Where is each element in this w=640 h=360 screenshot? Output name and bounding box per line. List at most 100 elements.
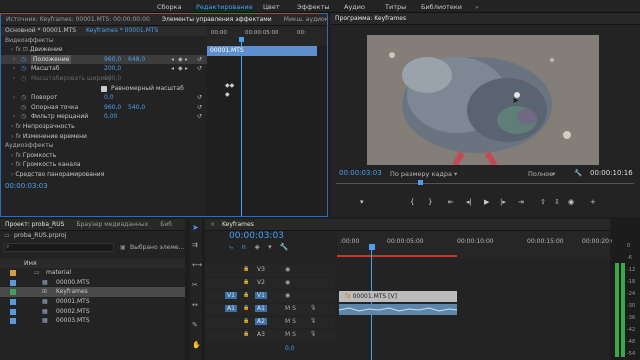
step-forward-icon[interactable]: |▸ <box>500 198 506 206</box>
position-x-value[interactable]: 960,0 <box>104 55 121 65</box>
lock-icon[interactable]: 🔒 <box>243 292 249 298</box>
tab-libraries[interactable]: Биб <box>155 219 177 230</box>
chevron-down-icon[interactable]: ▾ <box>454 170 457 178</box>
timeline-timecode[interactable]: 00:00:03:03 <box>229 231 284 241</box>
expand-icon[interactable]: › <box>13 64 15 74</box>
keyframe-toggle-icon[interactable]: ◆ <box>178 55 183 65</box>
extract-icon[interactable]: ⇩ <box>554 198 560 206</box>
workspace-titles[interactable]: Титры <box>385 3 406 11</box>
selection-tool-icon[interactable]: ➤ <box>192 223 199 232</box>
prev-keyframe-icon[interactable]: ◂ <box>171 55 174 65</box>
volume-row[interactable]: › fx Громкость <box>1 151 207 161</box>
stopwatch-icon[interactable]: ◷ <box>21 55 26 65</box>
chevron-down-icon[interactable]: ▾ <box>552 170 555 178</box>
razor-tool-icon[interactable]: ✂ <box>192 281 198 289</box>
hand-tool-icon[interactable]: ✋ <box>192 341 201 349</box>
source-patch[interactable]: A1 <box>225 305 237 312</box>
scale-value[interactable]: 200,0 <box>104 64 121 74</box>
tab-sequence[interactable]: Keyframes <box>220 219 259 230</box>
expand-icon[interactable]: › <box>13 112 15 122</box>
position-y-value[interactable]: 648,0 <box>128 55 145 65</box>
ripple-edit-tool-icon[interactable]: ⟷ <box>192 261 202 269</box>
video-clip[interactable]: fx 00001.MTS [V] <box>339 291 457 302</box>
workspace-audio[interactable]: Аудио <box>344 3 365 11</box>
list-item[interactable]: ▦ 00002.MTS <box>0 307 185 317</box>
track-name[interactable]: V2 <box>255 279 267 286</box>
scale-row[interactable]: › ◷ Масштаб 200,0 ◂ ◆ ▸ ↺ <box>1 64 207 74</box>
workspace-libraries[interactable]: Библиотеки <box>421 3 462 11</box>
mini-clip-bar[interactable]: 00001.MTS <box>207 46 317 56</box>
settings-wrench-icon[interactable]: 🔧 <box>280 243 289 251</box>
sequence-clip-label[interactable]: Keyframes * 00001.MTS <box>86 27 158 34</box>
more-icon[interactable]: » <box>475 3 479 11</box>
tab-audio-mixer[interactable]: Микш. аудиоклипа: Keyframes <box>279 14 327 25</box>
keyframe-icon[interactable]: ◆ <box>225 91 230 98</box>
lift-icon[interactable]: ⇧ <box>540 198 546 206</box>
snap-icon[interactable]: ∩ <box>241 243 246 251</box>
list-item[interactable]: ▦ 00003.MTS <box>0 316 185 326</box>
timeline-ruler[interactable]: :00:00 00:00:05:00 00:00:10:00 00:00:15:… <box>337 231 619 259</box>
reset-icon[interactable]: ↺ <box>197 112 202 122</box>
list-item[interactable]: ⊞ Keyframes <box>0 287 185 297</box>
master-value[interactable]: 0,0 <box>285 345 295 352</box>
lock-icon[interactable]: 🔒 <box>243 266 249 272</box>
keyframe-toggle-icon[interactable]: ◆ <box>178 64 183 74</box>
mute-solo-icon[interactable]: M S <box>285 318 296 325</box>
tab-project[interactable]: Проект: proba_RUS <box>0 219 69 230</box>
tab-program[interactable]: Программа: Keyframes <box>330 13 411 24</box>
go-to-in-icon[interactable]: ⇤ <box>448 198 454 206</box>
workspace-color[interactable]: Цвет <box>263 3 280 11</box>
out-point-icon[interactable]: } <box>428 198 432 206</box>
play-icon[interactable]: ▶ <box>484 198 489 206</box>
channel-volume-row[interactable]: › fx Громкость канала <box>1 160 207 170</box>
time-remap-row[interactable]: › fx Изменение времени <box>1 132 207 142</box>
microphone-icon[interactable]: 🎙 <box>310 331 316 337</box>
program-scrubber[interactable] <box>336 183 634 184</box>
uniform-scale-checkbox[interactable] <box>101 85 107 92</box>
program-playhead[interactable] <box>418 180 423 185</box>
prev-keyframe-icon[interactable]: ◂ <box>171 64 174 74</box>
mute-solo-icon[interactable]: M S <box>285 305 296 312</box>
eye-icon[interactable]: ◉ <box>285 266 290 273</box>
quality-dropdown[interactable]: Полное <box>528 170 553 178</box>
tab-effect-controls[interactable]: Элементы управления эффектами <box>157 14 277 25</box>
new-bin-icon[interactable]: ▣ <box>120 243 126 253</box>
next-keyframe-icon[interactable]: ▸ <box>185 64 188 74</box>
slip-tool-icon[interactable]: ↔ <box>192 301 198 309</box>
wrench-icon[interactable]: 🔧 <box>574 169 582 177</box>
opacity-row[interactable]: › fx Непрозрачность <box>1 122 207 132</box>
timeline-playhead[interactable] <box>369 244 375 250</box>
track-select-tool-icon[interactable]: ⇉ <box>192 241 198 249</box>
expand-icon[interactable]: › <box>11 161 13 168</box>
track-name[interactable]: V1 <box>255 292 267 299</box>
tab-source[interactable]: Источник: Keyframes: 00001.MTS: 00:00:00… <box>1 14 155 25</box>
stopwatch-icon[interactable]: ◷ <box>21 93 26 103</box>
reset-icon[interactable]: ↺ <box>197 64 202 74</box>
next-keyframe-icon[interactable]: ▸ <box>185 55 188 65</box>
expand-icon[interactable]: › <box>13 55 15 65</box>
microphone-icon[interactable]: 🎙 <box>310 305 316 311</box>
pen-tool-icon[interactable]: ✎ <box>192 321 198 329</box>
source-patch[interactable]: V1 <box>225 292 237 299</box>
program-timecode[interactable]: 00:00:03:03 <box>339 169 382 177</box>
motion-row[interactable]: › fx ⊡ Движение <box>1 45 207 55</box>
reset-icon[interactable]: ↺ <box>197 103 202 113</box>
expand-icon[interactable]: › <box>11 46 13 53</box>
effect-controls-timecode[interactable]: 00:00:03:03 <box>5 182 48 190</box>
lock-icon[interactable]: 🔒 <box>243 305 249 311</box>
expand-icon[interactable]: › <box>13 93 15 103</box>
workspace-effects[interactable]: Эффекты <box>297 3 330 11</box>
list-item[interactable]: ▦ 00000.MTS <box>0 278 185 288</box>
workspace-assembly[interactable]: Сборка <box>157 3 182 11</box>
rotation-value[interactable]: 0,0 <box>104 93 114 103</box>
nest-icon[interactable]: ⤷ <box>229 243 233 251</box>
step-back-icon[interactable]: ◂| <box>466 198 472 206</box>
audio-clip[interactable] <box>338 304 458 315</box>
stopwatch-icon[interactable]: ◷ <box>21 103 26 113</box>
name-column-header[interactable]: Имя <box>24 259 37 269</box>
workspace-editing[interactable]: Редактирование <box>196 3 253 11</box>
stopwatch-icon[interactable]: ◷ <box>21 64 26 74</box>
add-button-icon[interactable]: + <box>590 198 596 206</box>
flicker-filter-value[interactable]: 0,00 <box>104 112 117 122</box>
track-name[interactable]: A3 <box>255 331 267 338</box>
